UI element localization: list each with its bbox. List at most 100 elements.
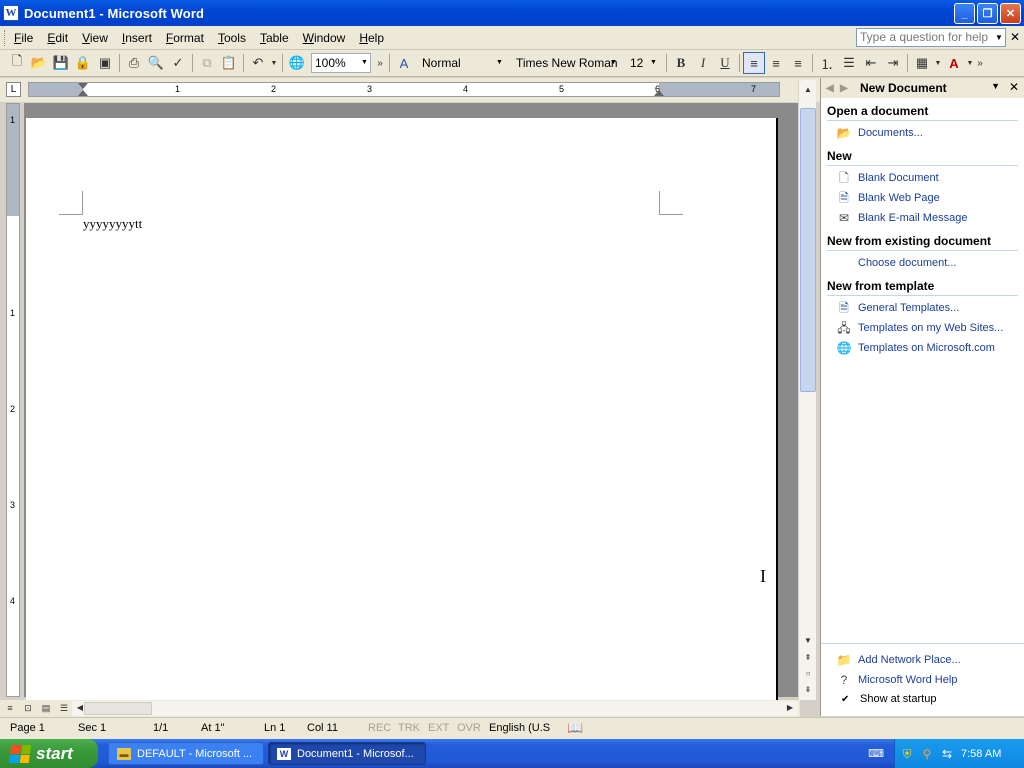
- status-rec[interactable]: REC: [368, 722, 391, 734]
- help-dropdown-icon[interactable]: ▼: [993, 29, 1005, 46]
- select-browse-object-icon[interactable]: ○: [800, 666, 816, 682]
- numbering-icon[interactable]: ⒈: [816, 52, 838, 74]
- link-word-help[interactable]: ? Microsoft Word Help: [821, 670, 1024, 690]
- styles-formatting-icon[interactable]: A: [393, 52, 415, 74]
- previous-page-icon[interactable]: ⇞: [800, 650, 816, 666]
- link-documents[interactable]: 📂 Documents...: [821, 123, 1024, 143]
- print-preview-icon[interactable]: 🔍: [145, 52, 167, 74]
- show-at-startup-checkbox[interactable]: ✔ Show at startup: [821, 690, 1024, 708]
- link-templates-microsoft[interactable]: 🌐 Templates on Microsoft.com: [821, 338, 1024, 358]
- menu-table[interactable]: Table: [253, 31, 296, 45]
- link-blank-web-page[interactable]: 🗎 Blank Web Page: [821, 188, 1024, 208]
- spelling-status-book-icon[interactable]: 📖: [567, 720, 583, 736]
- system-clock[interactable]: 7:58 AM: [961, 748, 1001, 760]
- bullets-icon[interactable]: ☰: [838, 52, 860, 74]
- start-button[interactable]: start: [0, 739, 98, 768]
- menu-view[interactable]: View: [75, 31, 115, 45]
- toolbar-overflow-chevron-icon[interactable]: »: [975, 52, 985, 74]
- decrease-indent-icon[interactable]: ⇤: [860, 52, 882, 74]
- menu-tools[interactable]: Tools: [211, 31, 253, 45]
- vertical-scroll-thumb[interactable]: [800, 108, 816, 392]
- minimize-button[interactable]: _: [954, 3, 975, 24]
- help-question-input[interactable]: Type a question for help ▼: [856, 28, 1006, 47]
- font-color-dropdown-icon[interactable]: ▼: [965, 52, 975, 74]
- menu-insert[interactable]: Insert: [115, 31, 159, 45]
- security-shield-icon[interactable]: ⛨: [899, 746, 915, 762]
- toolbar-options-chevron-icon[interactable]: »: [374, 52, 386, 74]
- keyboard-layout-icon[interactable]: ⌨: [868, 747, 884, 760]
- next-page-icon[interactable]: ⇟: [800, 682, 816, 698]
- link-blank-document[interactable]: 🗋 Blank Document: [821, 168, 1024, 188]
- copy-icon[interactable]: ⧉: [196, 52, 218, 74]
- font-size-select[interactable]: 12 ▼: [626, 53, 660, 73]
- permission-icon[interactable]: 🔒: [72, 52, 94, 74]
- font-color-icon[interactable]: A: [943, 52, 965, 74]
- align-left-icon[interactable]: ≡: [743, 52, 765, 74]
- print-preview-small-icon[interactable]: ▣: [94, 52, 116, 74]
- new-document-icon[interactable]: 🗋: [6, 52, 28, 74]
- scroll-up-icon[interactable]: ▲: [800, 82, 816, 98]
- menu-window[interactable]: Window: [296, 31, 353, 45]
- hanging-indent-marker[interactable]: [78, 90, 88, 96]
- word-app-icon[interactable]: W: [3, 5, 19, 21]
- spelling-icon[interactable]: ✓: [167, 52, 189, 74]
- link-blank-email[interactable]: ✉ Blank E-mail Message: [821, 208, 1024, 228]
- undo-dropdown-icon[interactable]: ▼: [269, 52, 279, 74]
- close-button[interactable]: ✕: [1000, 3, 1021, 24]
- first-line-indent-marker[interactable]: [78, 83, 88, 89]
- menu-edit[interactable]: Edit: [40, 31, 75, 45]
- vertical-scrollbar[interactable]: ▲ ▼ ⇞ ○ ⇟: [798, 80, 816, 700]
- task-pane-close-icon[interactable]: ✕: [1009, 80, 1019, 94]
- taskbar-item-default[interactable]: ▬ DEFAULT - Microsoft ...: [108, 742, 264, 765]
- back-arrow-icon[interactable]: ◀: [826, 83, 840, 94]
- scroll-down-icon[interactable]: ▼: [800, 633, 816, 649]
- document-page[interactable]: yyyyyyyytt I: [26, 118, 778, 718]
- horizontal-ruler[interactable]: 1 2 3 4 5 6 7: [28, 82, 780, 97]
- status-trk[interactable]: TRK: [398, 722, 420, 734]
- status-ext[interactable]: EXT: [428, 722, 449, 734]
- open-folder-icon[interactable]: 📂: [28, 52, 50, 74]
- document-close-icon[interactable]: ✕: [1010, 30, 1020, 44]
- right-indent-marker[interactable]: [654, 90, 664, 96]
- italic-button[interactable]: I: [692, 52, 714, 74]
- style-select[interactable]: Normal ▼: [418, 53, 506, 73]
- hyperlink-globe-icon[interactable]: 🌐: [286, 52, 308, 74]
- print-icon[interactable]: ⎙: [123, 52, 145, 74]
- borders-icon[interactable]: ▦: [911, 52, 933, 74]
- save-icon[interactable]: 💾: [50, 52, 72, 74]
- paste-icon[interactable]: 📋: [218, 52, 240, 74]
- font-dropdown-icon[interactable]: ▼: [608, 54, 619, 72]
- underline-button[interactable]: U: [714, 52, 736, 74]
- outline-view-icon[interactable]: ☰: [56, 701, 72, 716]
- align-center-icon[interactable]: ≡: [765, 52, 787, 74]
- horizontal-scrollbar[interactable]: ◀ ▶: [72, 701, 798, 716]
- zoom-dropdown-icon[interactable]: ▼: [359, 54, 370, 72]
- scroll-right-icon[interactable]: ▶: [782, 700, 798, 716]
- menu-format[interactable]: Format: [159, 31, 211, 45]
- horizontal-scroll-thumb[interactable]: [84, 702, 152, 715]
- style-dropdown-icon[interactable]: ▼: [494, 54, 505, 72]
- zoom-select[interactable]: 100% ▼: [311, 53, 371, 73]
- link-choose-document[interactable]: Choose document...: [821, 253, 1024, 273]
- link-add-network-place[interactable]: 📁 Add Network Place...: [821, 650, 1024, 670]
- web-layout-view-icon[interactable]: ⊡: [20, 701, 36, 716]
- borders-dropdown-icon[interactable]: ▼: [933, 52, 943, 74]
- print-layout-view-icon[interactable]: ▤: [38, 701, 54, 716]
- document-body-text[interactable]: yyyyyyyytt: [83, 216, 142, 232]
- bold-button[interactable]: B: [670, 52, 692, 74]
- menu-help[interactable]: Help: [352, 31, 391, 45]
- network-icon[interactable]: ⇆: [939, 746, 955, 762]
- undo-icon[interactable]: ↶: [247, 52, 269, 74]
- restore-button[interactable]: ❐: [977, 3, 998, 24]
- status-language[interactable]: English (U.S: [489, 722, 550, 734]
- taskbar-item-document1[interactable]: W Document1 - Microsof...: [268, 742, 426, 765]
- forward-arrow-icon[interactable]: ▶: [840, 83, 854, 94]
- menu-file[interactable]: File: [7, 31, 40, 45]
- vertical-ruler[interactable]: 1 1 2 3 4: [6, 103, 20, 697]
- status-ovr[interactable]: OVR: [457, 722, 481, 734]
- increase-indent-icon[interactable]: ⇥: [882, 52, 904, 74]
- font-select[interactable]: Times New Roman ▼: [512, 53, 620, 73]
- font-size-dropdown-icon[interactable]: ▼: [648, 54, 659, 72]
- link-templates-web-sites[interactable]: 🖧 Templates on my Web Sites...: [821, 318, 1024, 338]
- task-pane-menu-icon[interactable]: ▼: [991, 81, 1000, 91]
